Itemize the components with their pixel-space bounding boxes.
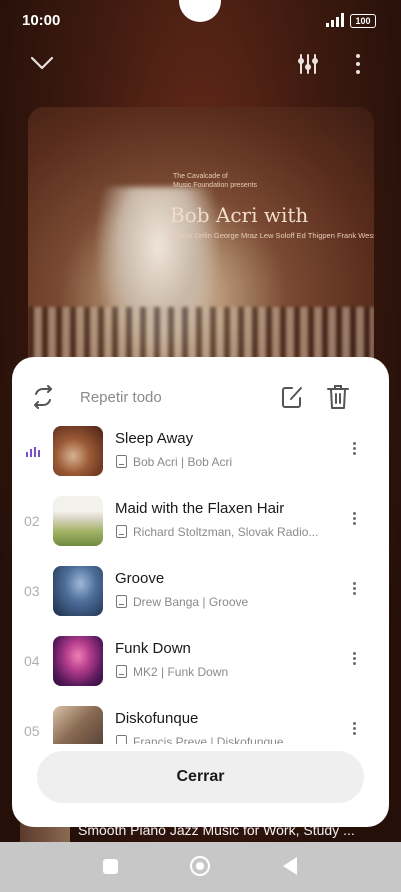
track-more-icon[interactable]: [349, 510, 359, 530]
track-title: Groove: [115, 570, 165, 587]
status-time: 10:00: [22, 12, 61, 29]
track-subtitle: Francis Preve | Diskofunque: [133, 735, 284, 744]
queue-item[interactable]: 04 Funk Down MK2 | Funk Down: [12, 627, 389, 697]
repeat-icon[interactable]: [30, 385, 56, 409]
track-title: Funk Down: [115, 640, 191, 657]
now-playing-icon: [26, 447, 40, 457]
track-subtitle: Richard Stoltzman, Slovak Radio...: [133, 525, 319, 539]
queue-list: Sleep Away Bob Acri | Bob Acri 02 Maid w…: [12, 417, 389, 744]
album-art: The Cavalcade of Music Foundation presen…: [28, 107, 374, 377]
track-thumbnail: [53, 496, 103, 546]
track-title: Sleep Away: [115, 430, 194, 447]
back-icon[interactable]: [283, 857, 297, 875]
track-more-icon[interactable]: [349, 720, 359, 740]
queue-sheet: Repetir todo Sleep Away Bob Acri | Bob A…: [12, 357, 389, 827]
close-button[interactable]: Cerrar: [37, 751, 364, 803]
album-art-presenter: The Cavalcade of Music Foundation presen…: [173, 173, 258, 189]
track-number: 02: [24, 513, 40, 529]
track-thumbnail: [53, 426, 103, 476]
track-thumbnail: [53, 636, 103, 686]
track-subtitle: MK2 | Funk Down: [133, 665, 229, 679]
signal-icon: [326, 13, 344, 27]
track-thumbnail: [53, 566, 103, 616]
status-bar: 10:00 100: [0, 0, 401, 42]
queue-item[interactable]: 03 Groove Drew Banga | Groove: [12, 557, 389, 627]
track-more-icon[interactable]: [349, 650, 359, 670]
track-title: Maid with the Flaxen Hair: [115, 500, 285, 517]
track-number: 04: [24, 653, 40, 669]
trash-icon[interactable]: [327, 384, 349, 410]
home-icon[interactable]: [190, 856, 210, 876]
battery-level: 100: [355, 16, 371, 26]
track-more-icon[interactable]: [349, 440, 359, 460]
file-icon: [116, 455, 127, 468]
battery-icon: 100: [350, 14, 376, 28]
file-icon: [116, 665, 127, 678]
queue-item[interactable]: 05 Diskofunque Francis Preve | Diskofunq…: [12, 697, 389, 744]
album-art-artist: Bob Acri with: [170, 203, 309, 227]
queue-item[interactable]: Sleep Away Bob Acri | Bob Acri: [12, 417, 389, 487]
queue-item[interactable]: 02 Maid with the Flaxen Hair Richard Sto…: [12, 487, 389, 557]
track-thumbnail: [53, 706, 103, 744]
file-icon: [116, 735, 127, 744]
file-icon: [116, 525, 127, 538]
queue-header: Repetir todo: [12, 379, 389, 415]
album-art-credits: Diane Delin George Mraz Lew Soloff Ed Th…: [173, 231, 374, 240]
track-subtitle: Drew Banga | Groove: [133, 595, 249, 609]
navigation-bar: [0, 842, 401, 892]
equalizer-icon[interactable]: [297, 53, 319, 75]
more-vert-icon[interactable]: [354, 53, 362, 75]
recents-icon[interactable]: [103, 859, 118, 874]
chevron-down-icon[interactable]: [30, 55, 54, 71]
track-number: 03: [24, 583, 40, 599]
track-title: Diskofunque: [115, 710, 199, 727]
track-subtitle: Bob Acri | Bob Acri: [133, 455, 233, 469]
track-more-icon[interactable]: [349, 580, 359, 600]
track-number: 05: [24, 723, 40, 739]
repeat-mode-label[interactable]: Repetir todo: [80, 389, 162, 406]
file-icon: [116, 595, 127, 608]
camera-notch: [179, 0, 221, 22]
edit-icon[interactable]: [280, 384, 304, 410]
